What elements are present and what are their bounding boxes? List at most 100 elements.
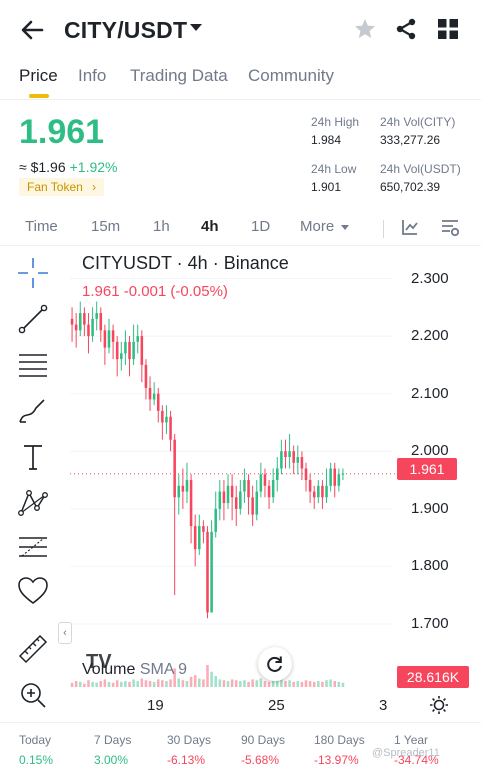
volume-bar: [95, 682, 98, 687]
interval-more[interactable]: More: [300, 218, 334, 235]
volume-bar: [292, 681, 295, 687]
share-icon[interactable]: [394, 17, 418, 41]
candle-body: [284, 451, 287, 457]
volume-bar: [259, 678, 263, 687]
price-tick-label: 2.000: [411, 442, 449, 460]
candle-body: [148, 387, 152, 400]
volume-bar: [317, 681, 320, 687]
perf-7-days: 7 Days 3.00%: [94, 733, 132, 767]
volume-bar: [267, 681, 271, 687]
tab-info[interactable]: Info: [78, 66, 106, 86]
candle-body: [99, 313, 103, 331]
time-tick-label: 25: [268, 697, 285, 714]
candle-body: [87, 324, 90, 337]
interval-15m[interactable]: 15m: [91, 218, 120, 235]
volume-value-tag: 28.616K: [397, 666, 469, 688]
indicator-chart-icon[interactable]: [401, 218, 419, 236]
candle-body: [288, 451, 291, 457]
interval-time[interactable]: Time: [25, 218, 58, 235]
candle-body: [321, 485, 324, 498]
volume-bar: [107, 681, 111, 687]
volume-bar: [341, 682, 345, 687]
candle-body: [206, 531, 209, 613]
candle-body: [243, 480, 246, 492]
candle-body: [222, 491, 226, 504]
volume-bar: [214, 676, 217, 687]
high-label: 24h High: [311, 115, 360, 129]
volume-bar: [206, 665, 209, 687]
interval-1d[interactable]: 1D: [251, 218, 270, 235]
usd-price-line: ≈ $1.96 +1.92%: [19, 159, 117, 175]
volume-bar: [296, 681, 300, 687]
volume-bar: [243, 680, 246, 687]
volume-bar: [87, 680, 90, 687]
candle-body: [276, 468, 279, 481]
volume-bar: [181, 680, 185, 687]
volume-bar: [247, 681, 250, 687]
candle-body: [226, 485, 230, 504]
candle-body: [259, 474, 263, 492]
candle-body: [74, 324, 78, 331]
chart-settings-icon[interactable]: [441, 218, 460, 237]
candle-body: [83, 313, 86, 325]
candle-body: [78, 313, 82, 331]
watermark: @Spreader11: [372, 747, 440, 759]
volume-bar: [202, 679, 205, 687]
theme-sun-icon[interactable]: [429, 695, 449, 715]
candle-body: [165, 416, 168, 423]
volume-bar: [251, 679, 254, 687]
volume-bar: [169, 679, 172, 687]
candle-body: [341, 473, 345, 475]
more-caret-icon: [341, 225, 349, 230]
tab-community[interactable]: Community: [248, 66, 334, 86]
volume-bar: [148, 681, 152, 687]
last-price-tag: 1.961: [397, 458, 457, 480]
chart-title: CITYUSDT · 4h · Binance: [82, 253, 289, 273]
candle-body: [198, 526, 201, 550]
candle-body: [325, 485, 328, 498]
candle-body: [103, 330, 107, 348]
price-chart[interactable]: [0, 247, 481, 722]
pair-title[interactable]: CITY/USDT: [64, 17, 187, 44]
volume-bar: [136, 681, 139, 687]
volume-bar: [78, 681, 82, 687]
candle-body: [329, 468, 332, 486]
volume-bar: [70, 682, 74, 687]
volume-bar: [263, 681, 267, 687]
tab-trading-data[interactable]: Trading Data: [130, 66, 228, 86]
candle-body: [140, 336, 144, 365]
vol-quote-label: 24h Vol(USDT): [380, 162, 461, 176]
pair-dropdown-caret-icon[interactable]: [190, 24, 202, 31]
candle-body: [239, 491, 242, 509]
interval-1h[interactable]: 1h: [153, 218, 170, 235]
usd-price: ≈ $1.96: [19, 159, 66, 175]
candle-body: [136, 336, 139, 342]
perf-180-days: 180 Days -13.97%: [314, 733, 365, 767]
volume-bar: [329, 679, 332, 687]
tab-price[interactable]: Price: [19, 66, 58, 86]
candle-body: [304, 468, 308, 481]
candle-body: [107, 330, 111, 348]
fan-token-badge[interactable]: Fan Token ›: [19, 178, 105, 196]
chevron-right-icon: ›: [92, 180, 97, 194]
favorite-star-icon[interactable]: [353, 17, 377, 41]
back-arrow-icon[interactable]: [18, 16, 46, 44]
candle-body: [181, 485, 185, 492]
volume-bar: [120, 681, 123, 687]
price-tick-label: 1.900: [411, 499, 449, 517]
candle-body: [218, 491, 222, 509]
volume-bar: [337, 681, 341, 687]
perf-today: Today 0.15%: [19, 733, 54, 767]
candle-body: [91, 318, 94, 337]
price-tick-label: 2.100: [411, 384, 449, 402]
price-tick-label: 1.800: [411, 557, 449, 575]
candle-body: [296, 457, 300, 463]
interval-4h[interactable]: 4h: [201, 218, 219, 235]
reset-chart-button[interactable]: [258, 647, 292, 681]
grid-menu-icon[interactable]: [438, 19, 458, 39]
volume-bar: [304, 680, 308, 687]
volume-bar: [222, 680, 226, 687]
candle-body: [120, 353, 123, 360]
collapse-toolbar-button[interactable]: ‹: [58, 622, 72, 644]
volume-bar: [218, 679, 222, 687]
